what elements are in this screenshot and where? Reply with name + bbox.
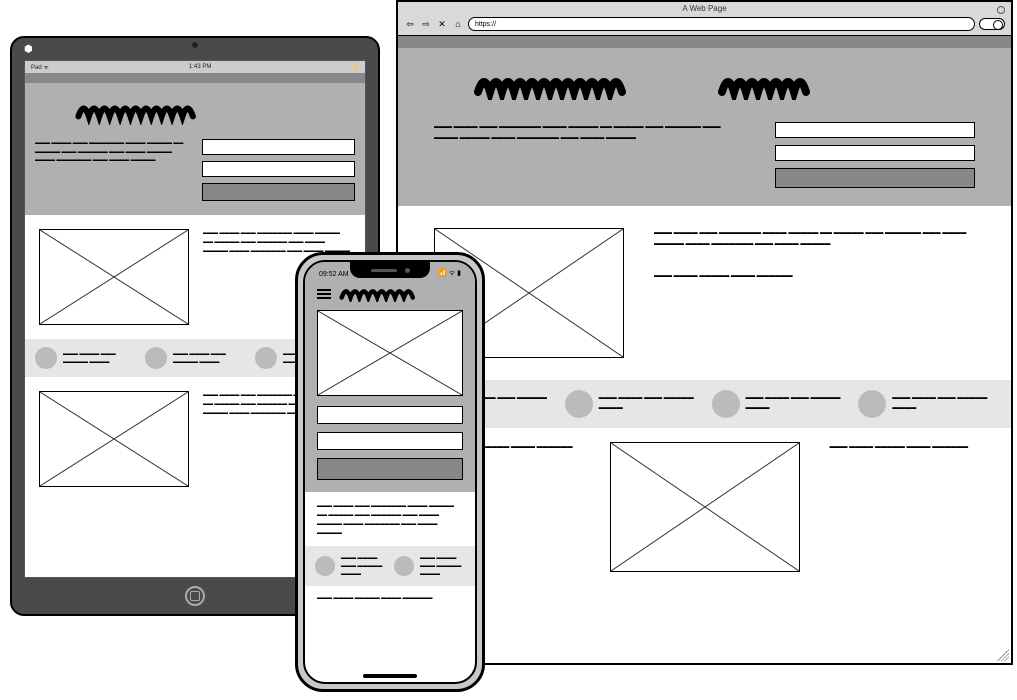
stat-circle-icon (858, 390, 886, 418)
tablet-input-2[interactable] (202, 161, 355, 177)
phone-stat-text-2: ▬▬▬ ▬▬▬▬ ▬▬▬ ▬▬▬▬▬ ▬▬▬▬ (420, 554, 465, 578)
home-icon[interactable]: ⌂ (452, 18, 464, 30)
tablet-input-1[interactable] (202, 139, 355, 155)
browser-stat-text-3: ▬▬▬ ▬▬▬▬ ▬▬▬ ▬▬▬▬▬ ▬▬▬▬ (746, 394, 845, 413)
stat-circle-icon (315, 556, 335, 576)
phone-stat-1: ▬▬▬ ▬▬▬▬ ▬▬▬ ▬▬▬▬▬ ▬▬▬▬ (315, 554, 386, 578)
tablet-hero: ▬▬▬ ▬▬▬▬ ▬▬▬ ▬▬▬▬▬▬▬ ▬▬▬▬ ▬▬▬▬▬ ▬▬ ▬▬▬▬▬… (25, 83, 365, 215)
browser-bottom-text-right: ▬▬▬ ▬▬▬▬ ▬▬▬▬▬ ▬▬▬▬ ▬▬▬▬▬▬ (830, 442, 976, 453)
phone-screen: 09:52 AM 📶 ᯤ ▮ ▬▬▬ ▬▬▬▬ ▬▬▬ ▬▬▬▬▬▬▬ ▬▬▬▬… (303, 260, 477, 684)
browser-input-1[interactable] (775, 122, 975, 138)
phone-input-1[interactable] (317, 406, 463, 424)
browser-image-placeholder-2 (610, 442, 800, 572)
browser-content-row-1: ▬▬▬ ▬▬▬▬ ▬▬▬ ▬▬▬▬▬▬▬ ▬▬▬▬ ▬▬▬▬▬ ▬▬ ▬▬▬▬▬… (398, 206, 1011, 380)
tablet-home-button[interactable] (185, 586, 205, 606)
address-bar[interactable]: https:// (468, 17, 975, 31)
browser-chrome: A Web Page ⇦ ⇨ ✕ ⌂ https:// (398, 2, 1011, 36)
tablet-status-left: Pad ᯤ (31, 63, 49, 71)
stat-circle-icon (712, 390, 740, 418)
browser-stat-text-4: ▬▬▬ ▬▬▬▬ ▬▬▬ ▬▬▬▬▬ ▬▬▬▬ (892, 394, 991, 413)
phone-signal-icons: 📶 ᯤ ▮ (438, 269, 461, 278)
url-scheme: https:// (475, 21, 496, 28)
android-icon: ⬢ (24, 44, 33, 55)
phone-bottom-text: ▬▬▬ ▬▬▬▬ ▬▬▬▬▬ ▬▬▬▬ ▬▬▬▬▬▬ (305, 594, 475, 603)
tablet-stat-1: ▬▬▬ ▬▬▬▬ ▬▬▬ ▬▬▬▬▬ ▬▬▬▬ (35, 347, 135, 369)
stat-circle-icon (145, 347, 167, 369)
tablet-nav-strip (25, 73, 365, 83)
browser-viewport: ▬▬▬ ▬▬▬▬ ▬▬▬ ▬▬▬▬▬▬▬ ▬▬▬▬ ▬▬▬▬▬ ▬▬ ▬▬▬▬▬… (398, 36, 1011, 663)
tablet-submit-button[interactable] (202, 183, 355, 201)
browser-hero-text: ▬▬▬ ▬▬▬▬ ▬▬▬ ▬▬▬▬▬▬▬ ▬▬▬▬ ▬▬▬▬▬ ▬▬ ▬▬▬▬▬… (434, 122, 735, 188)
tablet-heading-scribble (75, 99, 355, 125)
tablet-status-bar: Pad ᯤ 1:43 PM ⚡ (25, 61, 365, 73)
browser-input-2[interactable] (775, 145, 975, 161)
phone-stats-strip: ▬▬▬ ▬▬▬▬ ▬▬▬ ▬▬▬▬▬ ▬▬▬▬ ▬▬▬ ▬▬▬▬ ▬▬▬ ▬▬▬… (305, 546, 475, 586)
phone-speaker (371, 269, 397, 272)
tablet-image-placeholder-2 (39, 391, 189, 487)
browser-hero-form (775, 122, 975, 188)
browser-content-text-group: ▬▬▬ ▬▬▬▬ ▬▬▬ ▬▬▬▬▬▬▬ ▬▬▬▬ ▬▬▬▬▬ ▬▬ ▬▬▬▬▬… (654, 228, 975, 358)
stat-circle-icon (394, 556, 414, 576)
back-icon[interactable]: ⇦ (404, 18, 416, 30)
phone-hero (305, 280, 475, 492)
phone-device-frame: 09:52 AM 📶 ᯤ ▮ ▬▬▬ ▬▬▬▬ ▬▬▬ ▬▬▬▬▬▬▬ ▬▬▬▬… (295, 252, 485, 692)
phone-heading-scribble (339, 286, 463, 302)
phone-image-placeholder (317, 310, 463, 396)
phone-submit-button[interactable] (317, 458, 463, 480)
tablet-stat-text-1: ▬▬▬ ▬▬▬▬ ▬▬▬ ▬▬▬▬▬ ▬▬▬▬ (63, 350, 135, 366)
browser-title: A Web Page (398, 4, 1011, 13)
tablet-stat-2: ▬▬▬ ▬▬▬▬ ▬▬▬ ▬▬▬▬▬ ▬▬▬▬ (145, 347, 245, 369)
hamburger-menu-icon[interactable] (317, 289, 331, 299)
browser-window-control[interactable] (997, 6, 1005, 14)
tablet-stat-text-2: ▬▬▬ ▬▬▬▬ ▬▬▬ ▬▬▬▬▬ ▬▬▬▬ (173, 350, 245, 366)
tablet-hero-form (202, 139, 355, 201)
phone-camera-dot (405, 268, 410, 273)
browser-hero: ▬▬▬ ▬▬▬▬ ▬▬▬ ▬▬▬▬▬▬▬ ▬▬▬▬ ▬▬▬▬▬ ▬▬ ▬▬▬▬▬… (398, 48, 1011, 206)
browser-stat-4: ▬▬▬ ▬▬▬▬ ▬▬▬ ▬▬▬▬▬ ▬▬▬▬ (858, 390, 991, 418)
browser-stats-strip: ▬▬▬ ▬▬▬▬ ▬▬▬ ▬▬▬▬▬ ▬▬▬▬ ▬▬▬ ▬▬▬▬ ▬▬▬ ▬▬▬… (398, 380, 1011, 428)
phone-stat-text-1: ▬▬▬ ▬▬▬▬ ▬▬▬ ▬▬▬▬▬ ▬▬▬▬ (341, 554, 386, 578)
stat-circle-icon (35, 347, 57, 369)
browser-stat-2: ▬▬▬ ▬▬▬▬ ▬▬▬ ▬▬▬▬▬ ▬▬▬▬ (565, 390, 698, 418)
browser-stat-text-2: ▬▬▬ ▬▬▬▬ ▬▬▬ ▬▬▬▬▬ ▬▬▬▬ (599, 394, 698, 413)
browser-toggle[interactable] (979, 18, 1005, 30)
browser-stat-3: ▬▬▬ ▬▬▬▬ ▬▬▬ ▬▬▬▬▬ ▬▬▬▬ (712, 390, 845, 418)
browser-submit-button[interactable] (775, 168, 975, 188)
browser-content-row-2: ▬▬▬ ▬▬▬▬ ▬▬▬▬▬ ▬▬▬▬ ▬▬▬▬▬▬ ▬▬▬ ▬▬▬▬ ▬▬▬▬… (398, 428, 1011, 572)
phone-time: 09:52 AM (319, 271, 349, 278)
tablet-camera-dot (192, 42, 198, 48)
browser-window: A Web Page ⇦ ⇨ ✕ ⌂ https:// ▬ (396, 0, 1013, 665)
forward-icon[interactable]: ⇨ (420, 18, 432, 30)
tablet-hero-text: ▬▬▬ ▬▬▬▬ ▬▬▬ ▬▬▬▬▬▬▬ ▬▬▬▬ ▬▬▬▬▬ ▬▬ ▬▬▬▬▬… (35, 139, 188, 201)
tablet-status-time: 1:43 PM (189, 64, 211, 70)
tablet-status-right: ⚡ (352, 64, 359, 71)
browser-toolbar: ⇦ ⇨ ✕ ⌂ https:// (404, 16, 1005, 32)
browser-heading-scribble-1 (474, 70, 694, 100)
resize-handle-icon[interactable] (997, 649, 1009, 661)
browser-content-text-1a: ▬▬▬ ▬▬▬▬ ▬▬▬ ▬▬▬▬▬▬▬ ▬▬▬▬ ▬▬▬▬▬ ▬▬ ▬▬▬▬▬… (654, 228, 975, 251)
browser-content-text-1b: ▬▬▬ ▬▬▬▬ ▬▬▬▬▬ ▬▬▬▬ ▬▬▬▬▬▬ (654, 271, 975, 282)
tablet-image-placeholder-1 (39, 229, 189, 325)
browser-heading-scribble-2 (718, 70, 848, 100)
phone-stat-2: ▬▬▬ ▬▬▬▬ ▬▬▬ ▬▬▬▬▬ ▬▬▬▬ (394, 554, 465, 578)
phone-notch (350, 262, 430, 278)
browser-nav-strip (398, 36, 1011, 48)
phone-home-indicator[interactable] (363, 674, 417, 678)
stop-icon[interactable]: ✕ (436, 18, 448, 30)
stat-circle-icon (255, 347, 277, 369)
phone-content-text: ▬▬▬ ▬▬▬▬ ▬▬▬ ▬▬▬▬▬▬▬ ▬▬▬▬ ▬▬▬▬▬ ▬▬ ▬▬▬▬▬… (305, 502, 475, 538)
stat-circle-icon (565, 390, 593, 418)
phone-input-2[interactable] (317, 432, 463, 450)
